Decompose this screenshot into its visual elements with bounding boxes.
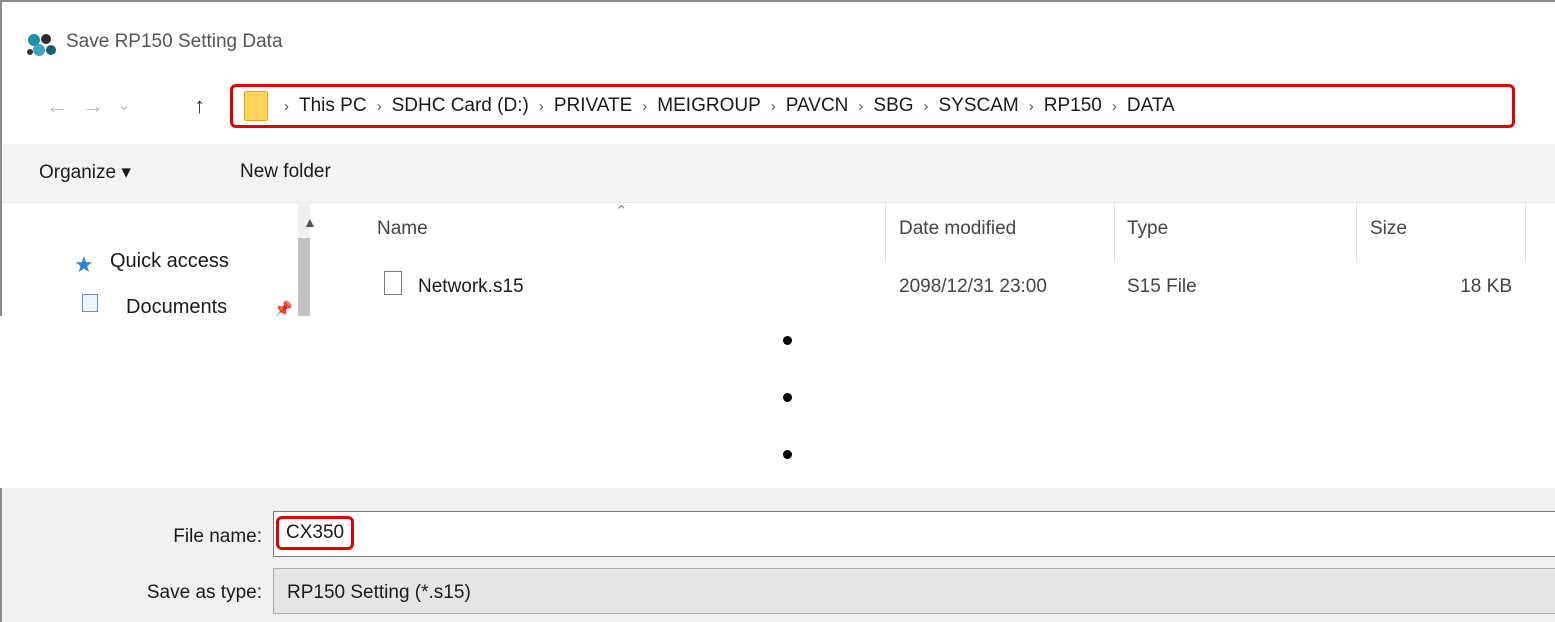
save-as-type-label: Save as type:	[146, 582, 262, 603]
type-cell: S15 File	[1127, 276, 1197, 297]
breadcrumb-sdhc-card[interactable]: SDHC Card (D:)	[392, 95, 529, 117]
breadcrumb-meigroup[interactable]: MEIGROUP	[657, 95, 760, 117]
column-header-date-modified[interactable]: Date modified	[899, 218, 1016, 240]
chevron-right-icon[interactable]: ›	[377, 98, 382, 115]
breadcrumb-syscam[interactable]: SYSCAM	[939, 95, 1019, 117]
breadcrumb-private[interactable]: PRIVATE	[554, 95, 632, 117]
column-divider[interactable]	[1114, 202, 1115, 262]
navigation-pane: ★ Quick access Documents 📌 ▲	[2, 202, 317, 316]
chevron-right-icon[interactable]: ›	[924, 98, 929, 115]
file-name-cell[interactable]: Network.s15	[418, 276, 524, 298]
organize-menu-button[interactable]: Organize ▾	[39, 161, 131, 184]
window-title: Save RP150 Setting Data	[66, 31, 283, 52]
app-icon	[27, 34, 56, 56]
file-name-label: File name:	[173, 526, 262, 547]
command-toolbar: Organize ▾ New folder	[2, 144, 1555, 203]
sidebar-item-documents[interactable]: Documents	[126, 296, 227, 316]
file-name-value[interactable]: CX350	[276, 516, 355, 550]
chevron-right-icon[interactable]: ›	[771, 98, 776, 115]
breadcrumb-sbg[interactable]: SBG	[873, 95, 913, 117]
file-icon	[384, 271, 402, 295]
save-as-type-select[interactable]: RP150 Setting (*.s15)	[273, 568, 1555, 614]
chevron-right-icon: ›	[284, 97, 289, 115]
file-name-input[interactable]: CX350	[273, 511, 1555, 557]
chevron-right-icon[interactable]: ›	[539, 98, 544, 115]
breadcrumb-rp150[interactable]: RP150	[1044, 95, 1102, 117]
up-arrow-icon[interactable]: ↑	[194, 86, 205, 126]
chevron-right-icon[interactable]: ›	[1112, 98, 1117, 115]
column-header-name[interactable]: Name	[377, 218, 428, 240]
ellipsis-dot	[783, 336, 792, 345]
chevron-right-icon[interactable]: ›	[858, 98, 863, 115]
nav-scrollbar-thumb[interactable]	[298, 238, 310, 316]
size-cell: 18 KB	[1460, 276, 1512, 297]
new-folder-button[interactable]: New folder	[240, 161, 331, 183]
recent-locations-chevron-icon[interactable]: ⌄	[118, 86, 131, 126]
breadcrumb-data[interactable]: DATA	[1127, 95, 1175, 117]
column-header-type[interactable]: Type	[1127, 218, 1168, 240]
column-header-size[interactable]: Size	[1370, 218, 1407, 240]
breadcrumb-pavcn[interactable]: PAVCN	[786, 95, 849, 117]
pin-icon[interactable]: 📌	[274, 300, 293, 316]
ellipsis-dot	[783, 450, 792, 459]
save-form-panel: File name: CX350 Save as type: RP150 Set…	[0, 488, 1555, 622]
sidebar-item-quick-access[interactable]: Quick access	[110, 250, 229, 273]
star-icon: ★	[74, 252, 94, 277]
column-divider[interactable]	[1356, 202, 1357, 262]
breadcrumb-this-pc[interactable]: This PC	[299, 95, 367, 117]
date-modified-cell: 2098/12/31 23:00	[899, 276, 1047, 297]
save-dialog-top: Save RP150 Setting Data ← → ⌄ ↑ › This P…	[0, 0, 1555, 316]
forward-arrow-icon[interactable]: →	[82, 86, 104, 126]
file-list: ⌃ Name Date modified Type Size Network.s…	[342, 202, 1555, 316]
chevron-right-icon[interactable]: ›	[1029, 98, 1034, 115]
scroll-up-arrow-icon[interactable]: ▲	[303, 214, 317, 230]
ellipsis-dot	[783, 393, 792, 402]
save-as-type-value[interactable]: RP150 Setting (*.s15)	[287, 582, 471, 604]
back-arrow-icon[interactable]: ←	[46, 86, 68, 126]
title-bar: Save RP150 Setting Data	[2, 2, 1555, 78]
sort-ascending-icon: ⌃	[615, 203, 628, 220]
navigation-bar: ← → ⌄ ↑ › This PC › SDHC Card (D:) › PRI…	[2, 78, 1555, 136]
folder-icon	[244, 91, 268, 121]
column-divider[interactable]	[1525, 202, 1526, 262]
documents-icon	[82, 294, 98, 312]
column-divider[interactable]	[885, 202, 886, 262]
chevron-right-icon[interactable]: ›	[642, 98, 647, 115]
address-breadcrumb[interactable]: › This PC › SDHC Card (D:) › PRIVATE › M…	[230, 84, 1515, 128]
